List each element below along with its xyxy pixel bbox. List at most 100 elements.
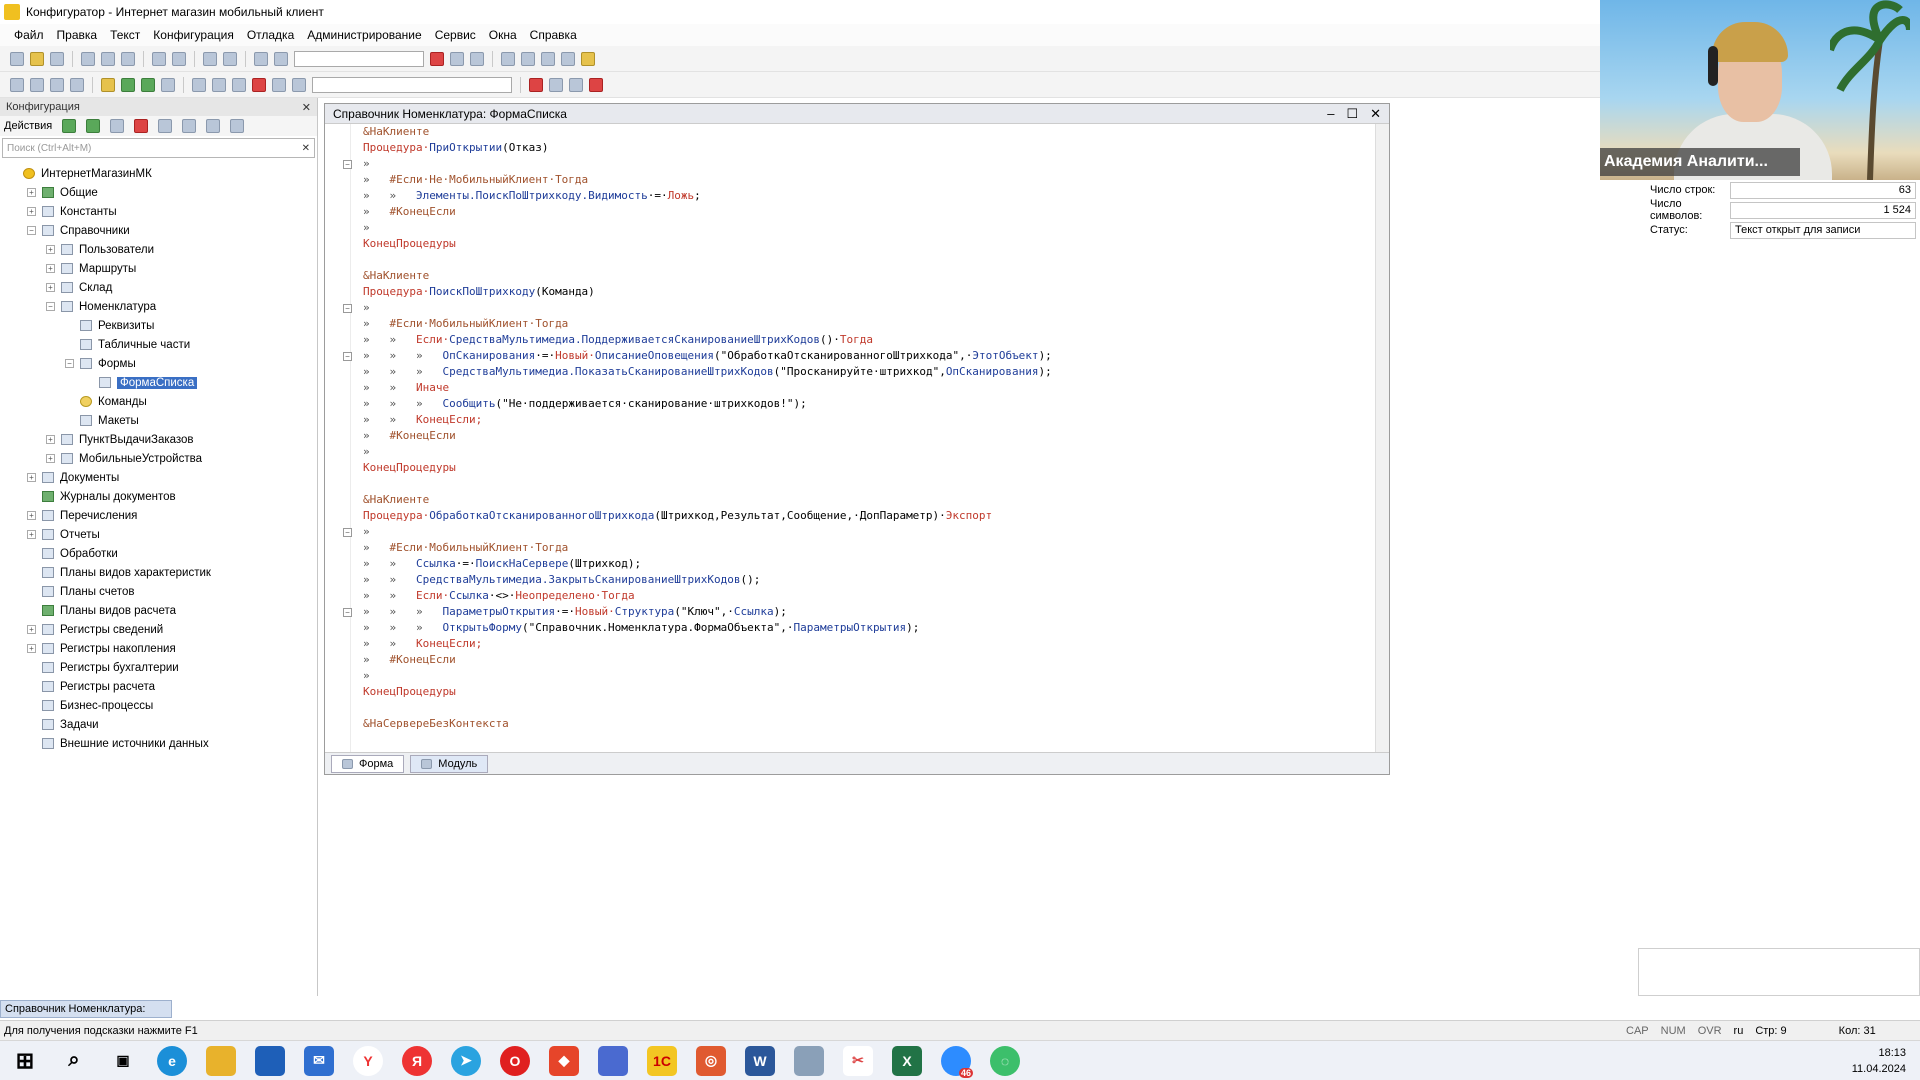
bookmark-icon[interactable] (521, 51, 535, 66)
tree-node[interactable]: Регистры бухгалтерии (0, 658, 317, 677)
menu-configuration[interactable]: Конфигурация (153, 28, 234, 42)
tree-node[interactable]: Реквизиты (0, 316, 317, 335)
word-icon[interactable]: W (745, 1045, 775, 1076)
tree-node[interactable]: Журналы документов (0, 487, 317, 506)
snipping-tool-icon[interactable]: ✂ (843, 1045, 873, 1076)
screen-recorder-icon[interactable]: ◎ (696, 1045, 726, 1076)
expand-toggle-icon[interactable]: + (46, 283, 55, 292)
expand-toggle-icon[interactable]: + (27, 207, 36, 216)
breakpoint-list-icon[interactable] (549, 77, 563, 92)
tree-node[interactable]: ИнтернетМагазинМК (0, 164, 317, 183)
uncomment-icon[interactable] (252, 77, 266, 92)
tree-node[interactable]: + ПунктВыдачиЗаказов (0, 430, 317, 449)
remove-breakpoints-icon[interactable] (589, 77, 603, 92)
tools-icon[interactable] (541, 51, 555, 66)
expand-toggle-icon[interactable]: − (46, 302, 55, 311)
store-icon[interactable] (255, 1045, 285, 1076)
tree-node[interactable]: Бизнес-процессы (0, 696, 317, 715)
cut-icon[interactable] (81, 51, 95, 66)
expand-toggle-icon[interactable]: + (46, 454, 55, 463)
tree-node[interactable]: Табличные части (0, 335, 317, 354)
find-icon[interactable] (254, 51, 268, 66)
tree-node[interactable]: + Отчеты (0, 525, 317, 544)
file-explorer-icon[interactable] (206, 1045, 236, 1076)
close-icon[interactable]: ✕ (1370, 106, 1381, 122)
new-icon[interactable] (10, 51, 24, 66)
undo-icon[interactable] (203, 51, 217, 66)
excel-icon[interactable]: X (892, 1045, 922, 1076)
expand-toggle-icon[interactable]: + (46, 245, 55, 254)
menu-service[interactable]: Сервис (435, 28, 476, 42)
menu-edit[interactable]: Правка (57, 28, 98, 42)
tree-node[interactable]: + Регистры сведений (0, 620, 317, 639)
expand-toggle-icon[interactable]: + (46, 264, 55, 273)
search-combo[interactable] (294, 50, 424, 67)
tree-node[interactable]: + МобильныеУстройства (0, 449, 317, 468)
update-icon[interactable] (50, 77, 64, 92)
window-tab-nomenclature[interactable]: Справочник Номенклатура: (0, 1000, 172, 1018)
mail-icon[interactable]: ✉ (304, 1045, 334, 1076)
comment-icon[interactable] (232, 77, 246, 92)
menu-file[interactable]: Файл (14, 28, 44, 42)
tree-node[interactable]: Задачи (0, 715, 317, 734)
editor-scrollbar[interactable] (1375, 124, 1389, 752)
anydesk-icon[interactable]: ◆ (549, 1045, 579, 1076)
delete-icon[interactable] (134, 119, 149, 133)
clear-search-icon[interactable] (430, 51, 444, 66)
fold-toggle-icon[interactable]: − (343, 528, 352, 537)
find-next-icon[interactable] (450, 51, 464, 66)
menu-text[interactable]: Текст (110, 28, 140, 42)
tab-form[interactable]: Форма (331, 754, 405, 773)
zoom-icon[interactable] (274, 51, 288, 66)
menu-debug[interactable]: Отладка (247, 28, 294, 42)
save-icon[interactable] (50, 51, 64, 66)
copy-object-icon[interactable] (110, 119, 125, 133)
expand-toggle-icon[interactable]: + (27, 188, 36, 197)
menu-windows[interactable]: Окна (489, 28, 517, 42)
info-icon[interactable] (581, 51, 595, 66)
code-area[interactable]: − − − − − &НаКлиенте Процедура·ПриОткрыти… (325, 124, 1375, 752)
config-icon[interactable] (10, 77, 24, 92)
expand-toggle-icon[interactable]: − (27, 226, 36, 235)
expand-toggle-icon[interactable]: + (27, 644, 36, 653)
configuration-search-input[interactable]: Поиск (Ctrl+Alt+M) ✕ (2, 138, 315, 158)
zoom-icon[interactable]: 46 (941, 1045, 973, 1078)
edge-icon[interactable]: e (157, 1045, 187, 1076)
find-prev-icon[interactable] (470, 51, 484, 66)
tree-node[interactable]: Планы счетов (0, 582, 317, 601)
fold-toggle-icon[interactable]: − (343, 160, 352, 169)
fold-toggle-icon[interactable]: − (343, 304, 352, 313)
preview-icon[interactable] (172, 51, 186, 66)
tree-node[interactable]: + Документы (0, 468, 317, 487)
breakpoint-icon[interactable] (529, 77, 543, 92)
menu-help[interactable]: Справка (530, 28, 577, 42)
tree-node[interactable]: Команды (0, 392, 317, 411)
web-client-icon[interactable] (121, 77, 135, 92)
tree-node[interactable]: Планы видов характеристик (0, 563, 317, 582)
move-up-icon[interactable] (158, 119, 173, 133)
chat-icon[interactable]: ◌ (990, 1045, 1020, 1076)
tree-node[interactable]: + Пользователи (0, 240, 317, 259)
task-view-icon[interactable]: ▣ (108, 1046, 138, 1076)
tree-node[interactable]: + Маршруты (0, 259, 317, 278)
redo-icon[interactable] (223, 51, 237, 66)
maximize-icon[interactable]: ☐ (1346, 106, 1358, 122)
opera-icon[interactable]: O (500, 1045, 530, 1076)
app-icon[interactable] (598, 1045, 628, 1076)
close-icon[interactable]: ✕ (302, 101, 311, 114)
search-icon[interactable]: ⌕ (59, 1046, 89, 1076)
expand-toggle-icon[interactable]: + (27, 511, 36, 520)
run-debug-icon[interactable] (101, 77, 115, 92)
disable-breakpoint-icon[interactable] (569, 77, 583, 92)
tree-node[interactable]: + Перечисления (0, 506, 317, 525)
print-icon[interactable] (152, 51, 166, 66)
procedures-icon[interactable] (292, 77, 306, 92)
tree-node[interactable]: ФормаСписка (0, 373, 317, 392)
procedure-combo[interactable] (312, 76, 512, 93)
copy-icon[interactable] (101, 51, 115, 66)
thick-client-icon[interactable] (161, 77, 175, 92)
indent-icon[interactable] (192, 77, 206, 92)
sort-icon[interactable] (206, 119, 221, 133)
expand-toggle-icon[interactable]: + (27, 530, 36, 539)
tree-node[interactable]: Обработки (0, 544, 317, 563)
